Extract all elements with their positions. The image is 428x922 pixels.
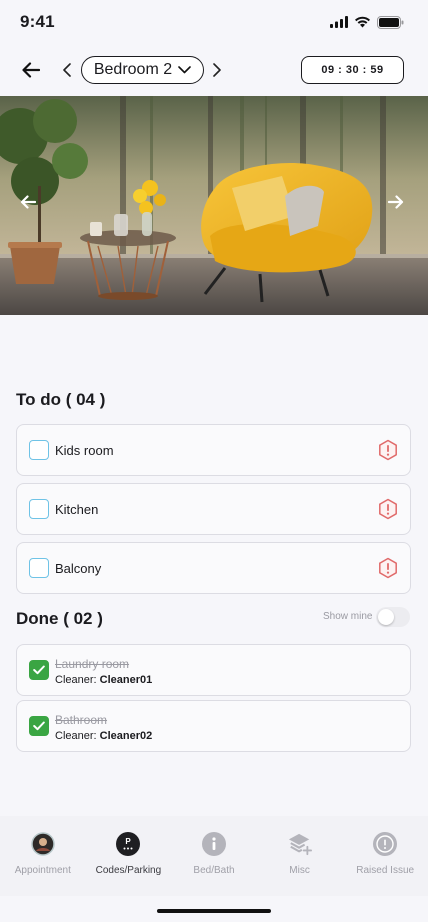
todo-item[interactable]: Kids room xyxy=(16,424,411,476)
cleaner-prefix: Cleaner: xyxy=(55,674,97,686)
wifi-icon xyxy=(355,16,370,28)
info-icon xyxy=(201,832,226,856)
nav-label: Raised Issue xyxy=(356,865,415,876)
header: Bedroom 2 09 : 30 : 59 xyxy=(0,48,428,92)
done-item-cleaner: Cleaner: Cleaner01 xyxy=(55,674,152,686)
checkmark-icon xyxy=(33,665,45,675)
chevron-down-icon xyxy=(178,66,191,74)
done-item-cleaner: Cleaner: Cleaner02 xyxy=(55,730,152,742)
status-bar: 9:41 xyxy=(0,0,428,44)
layers-add-icon xyxy=(288,832,312,856)
done-item-title: Laundry room xyxy=(55,657,130,671)
status-icons xyxy=(330,15,404,29)
status-time: 9:41 xyxy=(20,12,55,31)
done-section-title: Done ( 02 ) xyxy=(16,609,103,628)
todo-item-label: Kitchen xyxy=(55,502,99,517)
nav-item-bed-bath[interactable]: Bed/Bath xyxy=(172,816,256,896)
checkmark-icon xyxy=(33,721,45,731)
home-indicator xyxy=(157,909,271,913)
chevron-left-icon xyxy=(63,63,71,77)
nav-label: Codes/Parking xyxy=(95,865,162,876)
arrow-left-icon xyxy=(20,195,36,209)
todo-item[interactable]: Balcony xyxy=(16,542,411,594)
todo-item-label: Kids room xyxy=(55,443,114,458)
show-mine-toggle[interactable] xyxy=(376,607,410,627)
todo-checkbox[interactable] xyxy=(29,499,49,519)
back-button[interactable] xyxy=(18,58,44,82)
done-item[interactable]: Bathroom Cleaner: Cleaner02 xyxy=(16,700,411,752)
done-checkbox[interactable] xyxy=(29,716,49,736)
room-name: Bedroom 2 xyxy=(93,61,173,78)
previous-photo-button[interactable] xyxy=(16,190,40,214)
warning-icon[interactable] xyxy=(377,439,399,461)
nav-label: Misc xyxy=(289,865,310,876)
nav-item-appointment[interactable]: Appointment xyxy=(1,816,85,896)
timer: 09 : 30 : 59 xyxy=(301,56,404,84)
warning-icon[interactable] xyxy=(377,557,399,579)
room-photo xyxy=(0,96,428,315)
todo-item-label: Balcony xyxy=(55,561,102,576)
cleaner-name: Cleaner01 xyxy=(99,674,153,686)
avatar-icon xyxy=(31,832,55,856)
todo-item[interactable]: Kitchen xyxy=(16,483,411,535)
nav-item-codes-parking[interactable]: P Codes/Parking xyxy=(86,816,170,896)
nav-label: Bed/Bath xyxy=(193,865,235,876)
done-item-title: Bathroom xyxy=(55,713,108,727)
signal-icon xyxy=(330,16,348,28)
chevron-right-icon xyxy=(213,63,221,77)
next-room-button[interactable] xyxy=(208,60,226,80)
toggle-knob xyxy=(378,609,394,625)
room-selector[interactable]: Bedroom 2 xyxy=(81,56,204,84)
cleaner-prefix: Cleaner: xyxy=(55,730,97,742)
nav-label: Appointment xyxy=(14,865,71,876)
arrow-left-icon xyxy=(22,62,40,78)
todo-checkbox[interactable] xyxy=(29,558,49,578)
room-photo-illustration xyxy=(0,96,428,315)
warning-icon[interactable] xyxy=(377,498,399,520)
todo-checkbox[interactable] xyxy=(29,440,49,460)
previous-room-button[interactable] xyxy=(58,60,76,80)
bottom-nav: Appointment P Codes/Parking Bed/Bath Mis… xyxy=(0,816,428,896)
nav-item-misc[interactable]: Misc xyxy=(258,816,342,896)
svg-text:P: P xyxy=(126,837,132,846)
arrow-right-icon xyxy=(388,195,404,209)
done-checkbox[interactable] xyxy=(29,660,49,680)
alert-circle-icon xyxy=(373,832,398,856)
nav-item-raised-issue[interactable]: Raised Issue xyxy=(343,816,427,896)
cleaner-name: Cleaner02 xyxy=(99,730,153,742)
next-photo-button[interactable] xyxy=(384,190,408,214)
done-item[interactable]: Laundry room Cleaner: Cleaner01 xyxy=(16,644,411,696)
parking-icon: P xyxy=(116,832,141,856)
todo-section-title: To do ( 04 ) xyxy=(16,390,106,409)
show-mine-label: Show mine xyxy=(323,611,373,622)
battery-icon xyxy=(377,15,404,29)
